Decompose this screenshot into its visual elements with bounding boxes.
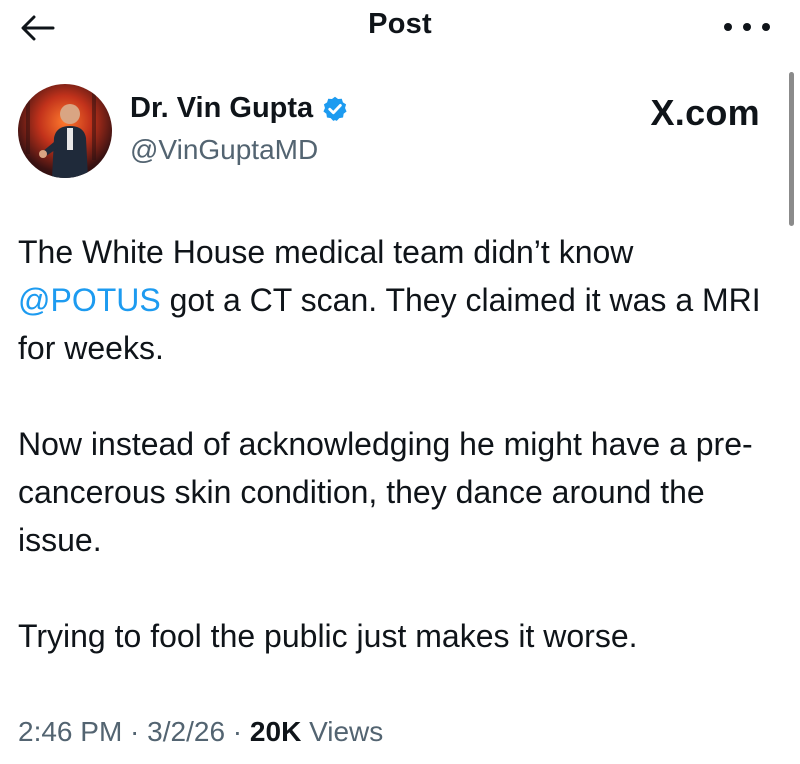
meta-separator: · bbox=[122, 716, 148, 747]
author-handle[interactable]: @VinGuptaMD bbox=[130, 134, 318, 166]
mention-link[interactable]: @POTUS bbox=[18, 282, 161, 318]
post-paragraph-3: Trying to fool the public just makes it … bbox=[18, 618, 638, 654]
views-count: 20K bbox=[249, 716, 302, 747]
avatar[interactable] bbox=[18, 84, 112, 178]
more-horizontal-icon bbox=[724, 23, 770, 31]
author-name[interactable]: Dr. Vin Gupta bbox=[130, 92, 313, 125]
post-screen: Post Dr. Vin Gupta @VinGuptaMD X.com The… bbox=[0, 0, 800, 764]
post-date[interactable]: 3/2/26 bbox=[147, 716, 225, 747]
page-title: Post bbox=[368, 8, 432, 40]
top-bar: Post bbox=[0, 0, 800, 60]
views-label: Views bbox=[301, 716, 384, 747]
post-time[interactable]: 2:46 PM bbox=[18, 716, 122, 747]
post-meta: 2:46 PM · 3/2/26 · 20K Views bbox=[18, 716, 383, 748]
person-silhouette-icon bbox=[26, 90, 96, 178]
post-paragraph-2: Now instead of acknowledging he might ha… bbox=[18, 426, 753, 558]
verified-badge-icon bbox=[323, 96, 347, 121]
author-name-row[interactable]: Dr. Vin Gupta bbox=[130, 92, 349, 125]
more-options-button[interactable] bbox=[724, 12, 770, 42]
post-body: The White House medical team didn’t know… bbox=[18, 228, 778, 660]
meta-separator: · bbox=[225, 716, 250, 747]
source-label: X.com bbox=[650, 92, 760, 133]
post-text: The White House medical team didn’t know bbox=[18, 234, 634, 270]
scrollbar[interactable] bbox=[789, 72, 794, 226]
post-paragraph-1: The White House medical team didn’t know… bbox=[18, 228, 778, 372]
